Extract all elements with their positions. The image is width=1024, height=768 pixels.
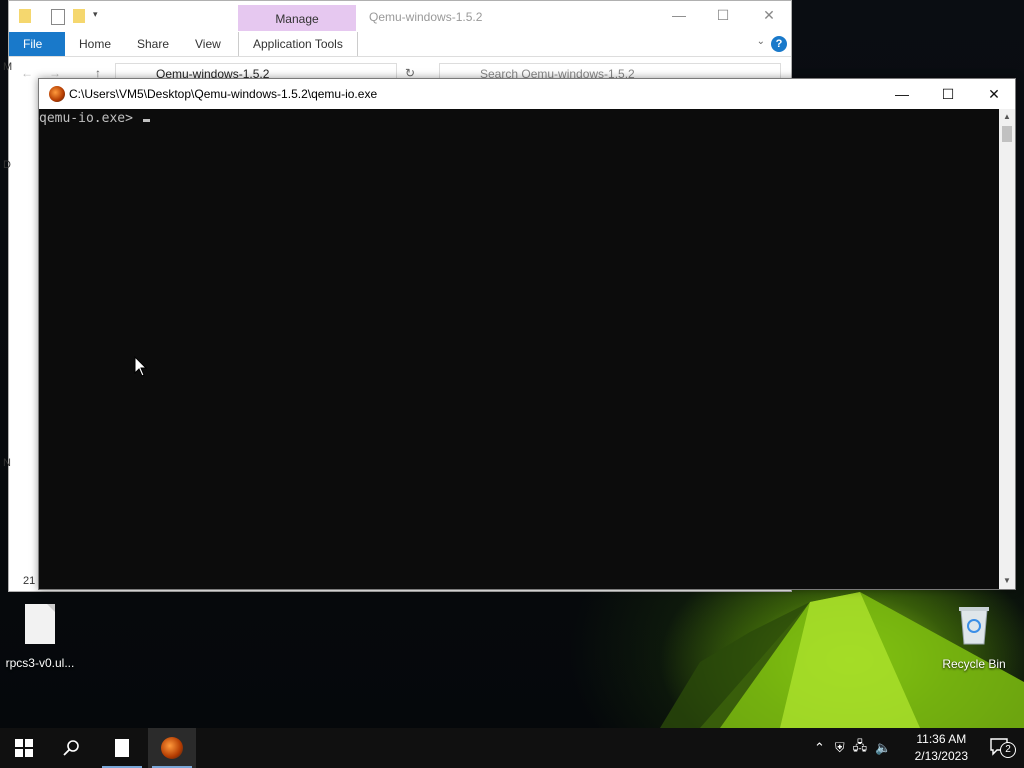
windows-start-icon <box>15 739 33 757</box>
file-explorer-icon <box>115 739 129 757</box>
maximize-button[interactable]: ☐ <box>709 7 737 27</box>
notification-count-badge: 2 <box>1000 742 1016 758</box>
prompt-text: qemu-io.exe> <box>39 111 141 126</box>
desktop-icon-label: rpcs3-v0.ul... <box>5 656 75 670</box>
volume-icon[interactable]: 🔈 <box>875 740 891 756</box>
start-button[interactable] <box>0 728 48 768</box>
clock-date: 2/13/2023 <box>914 749 968 763</box>
recycle-bin-icon <box>959 607 989 645</box>
file-icon <box>25 604 55 644</box>
desktop-icon-label: Recycle Bin <box>942 657 1006 671</box>
tab-file[interactable]: File <box>9 32 65 56</box>
chevron-up-icon[interactable]: ⌃ <box>814 740 825 756</box>
console-titlebar[interactable]: C:\Users\VM5\Desktop\Qemu-windows-1.5.2\… <box>39 79 1015 109</box>
console-window[interactable]: C:\Users\VM5\Desktop\Qemu-windows-1.5.2\… <box>38 78 1016 590</box>
mouse-pointer-icon <box>134 356 148 377</box>
tab-manage[interactable]: Manage <box>238 5 356 31</box>
explorer-titlebar[interactable]: ▾ Manage Qemu-windows-1.5.2 — ☐ ✕ <box>9 1 791 33</box>
scroll-down-arrow-icon[interactable]: ▼ <box>999 573 1015 589</box>
system-tray: ⌃ ⛨ 🖧 🔈 <box>814 728 891 768</box>
taskbar-qemu[interactable] <box>148 728 196 768</box>
customize-quick-access-icon[interactable]: ▾ <box>93 9 98 20</box>
search-button[interactable] <box>48 728 96 768</box>
back-arrow-icon[interactable]: ← <box>21 66 33 80</box>
clock[interactable]: 11:36 AM 2/13/2023 <box>915 731 968 765</box>
taskbar-file[interactable] <box>98 728 146 768</box>
network-icon[interactable]: 🖧 <box>853 737 868 759</box>
desktop-icon-recycle-bin[interactable]: Recycle Bin <box>934 604 1014 671</box>
console-output[interactable]: qemu-io.exe> <box>39 109 999 589</box>
tab-home[interactable]: Home <box>65 32 125 56</box>
new-folder-icon[interactable] <box>73 9 85 23</box>
maximize-button[interactable]: ☐ <box>925 79 971 109</box>
folder-icon[interactable] <box>19 9 31 23</box>
nav-pane-fragment: M <box>3 61 13 73</box>
chevron-down-icon[interactable]: ⌄ <box>757 36 765 47</box>
minimize-button[interactable]: — <box>665 7 693 27</box>
console-title: C:\Users\VM5\Desktop\Qemu-windows-1.5.2\… <box>69 87 378 101</box>
ribbon-tabs: File Home Share View Application Tools ⌄… <box>9 32 791 57</box>
clock-time: 11:36 AM <box>916 732 967 746</box>
tab-share[interactable]: Share <box>123 32 183 56</box>
desktop-icon-rpcs3[interactable]: rpcs3-v0.ul... <box>0 604 80 670</box>
nav-pane-fragment: D <box>3 159 11 171</box>
taskbar: ⌃ ⛨ 🖧 🔈 11:36 AM 2/13/2023 2 <box>0 728 1024 768</box>
scroll-up-arrow-icon[interactable]: ▲ <box>999 109 1015 125</box>
close-button[interactable]: ✕ <box>971 79 1017 109</box>
qemu-icon <box>161 737 183 759</box>
text-cursor <box>142 119 150 122</box>
explorer-title: Qemu-windows-1.5.2 <box>369 10 483 24</box>
search-icon <box>63 740 79 756</box>
minimize-button[interactable]: — <box>879 79 925 109</box>
security-icon[interactable]: ⛨ <box>835 740 845 756</box>
action-center-button[interactable]: 2 <box>990 738 1016 758</box>
nav-pane-fragment: N <box>3 457 11 469</box>
close-button[interactable]: ✕ <box>755 7 783 27</box>
command-prompt[interactable]: qemu-io.exe> <box>39 111 150 126</box>
tab-view[interactable]: View <box>181 32 235 56</box>
status-item-count: 21 <box>23 575 36 587</box>
help-icon[interactable]: ? <box>771 36 787 52</box>
qemu-icon <box>49 86 65 102</box>
vertical-scrollbar[interactable]: ▲ ▼ <box>999 109 1015 589</box>
properties-icon[interactable] <box>51 9 65 25</box>
scrollbar-thumb[interactable] <box>1002 126 1012 142</box>
tab-application-tools[interactable]: Application Tools <box>238 32 358 56</box>
